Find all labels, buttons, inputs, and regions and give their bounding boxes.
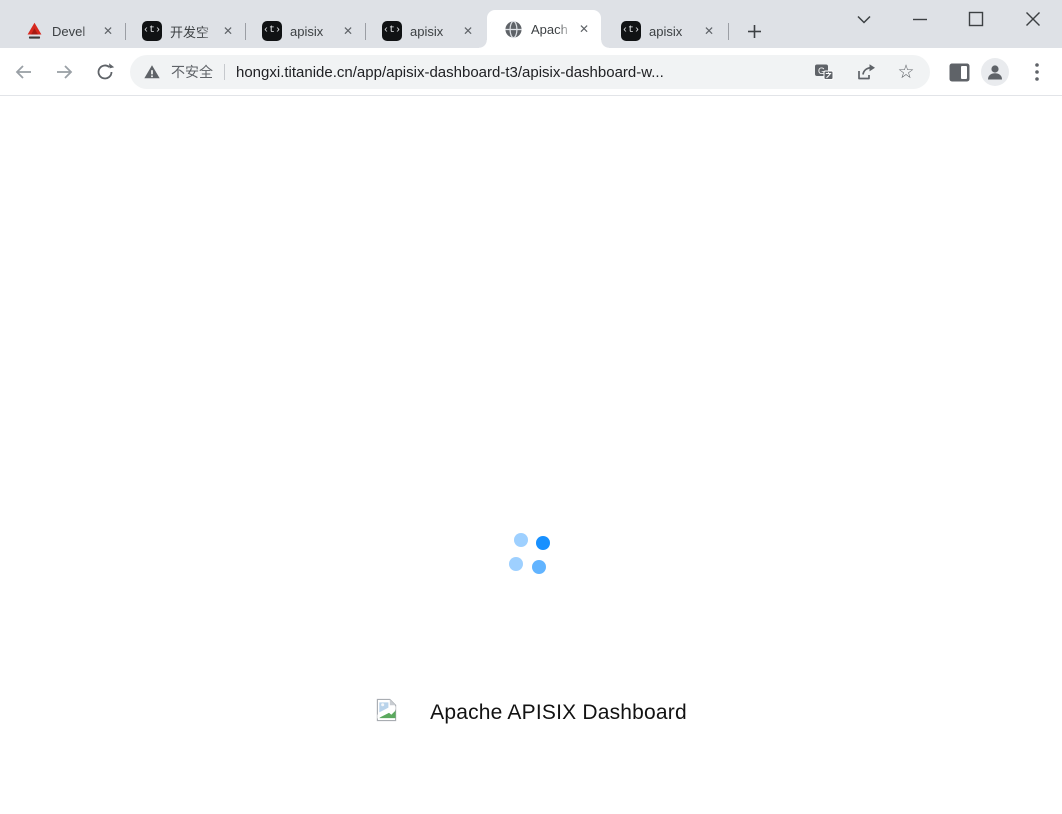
close-icon[interactable]: ✕ [700, 22, 718, 40]
close-icon[interactable]: ✕ [339, 22, 357, 40]
broken-image-icon [375, 698, 398, 727]
app-title: Apache APISIX Dashboard [430, 701, 687, 725]
new-tab-button[interactable] [740, 17, 768, 45]
tab-search-button[interactable] [849, 6, 879, 32]
side-panel-button[interactable] [944, 57, 974, 87]
chevron-down-icon [857, 15, 871, 24]
omnibox-divider [224, 64, 225, 80]
back-arrow-icon [14, 62, 34, 82]
translate-icon[interactable]: G [812, 60, 836, 84]
tab-title: Apach [531, 22, 573, 37]
side-panel-icon [949, 63, 970, 82]
forward-arrow-icon [54, 62, 74, 82]
tab-devel[interactable]: Devel ✕ [8, 14, 125, 48]
reload-button[interactable] [91, 58, 119, 86]
spinner-dot [514, 533, 528, 547]
close-icon[interactable]: ✕ [575, 20, 593, 38]
url-text: hongxi.titanide.cn/app/apisix-dashboard-… [236, 64, 664, 81]
forward-button[interactable] [50, 58, 78, 86]
tab-title: 开发空 [170, 22, 217, 41]
tab-apisix-1[interactable]: ‹t› apisix ✕ [246, 14, 365, 48]
address-bar[interactable]: 不安全 hongxi.titanide.cn/app/apisix-dashbo… [130, 55, 930, 89]
tab-title: apisix [410, 24, 457, 39]
avatar-icon [981, 58, 1009, 86]
tab-apache-apisix-active[interactable]: Apach ✕ [487, 10, 601, 48]
tab-title: Devel [52, 24, 97, 39]
browser-toolbar: 不安全 hongxi.titanide.cn/app/apisix-dashbo… [0, 48, 1062, 96]
close-icon[interactable]: ✕ [459, 22, 477, 40]
security-label: 不安全 [171, 62, 213, 82]
titanide-icon: ‹t› [142, 21, 162, 41]
browser-window: Devel ✕ ‹t› 开发空 ✕ ‹t› apisix ✕ ‹t› apisi… [0, 0, 1062, 814]
app-loading-banner: Apache APISIX Dashboard [0, 698, 1062, 727]
profile-avatar-button[interactable] [980, 57, 1010, 87]
tab-strip: Devel ✕ ‹t› 开发空 ✕ ‹t› apisix ✕ ‹t› apisi… [0, 0, 1062, 48]
browser-menu-button[interactable] [1022, 57, 1052, 87]
close-icon[interactable]: ✕ [219, 22, 237, 40]
titanide-icon: ‹t› [382, 21, 402, 41]
tab-kaifa[interactable]: ‹t› 开发空 ✕ [126, 14, 245, 48]
tab-apisix-2[interactable]: ‹t› apisix ✕ [366, 14, 485, 48]
maximize-button[interactable] [961, 6, 991, 32]
spinner-dot [509, 557, 523, 571]
back-button[interactable] [10, 58, 38, 86]
minimize-icon [912, 11, 928, 27]
tab-title: apisix [649, 24, 698, 39]
minimize-button[interactable] [905, 6, 935, 32]
maximize-icon [968, 11, 984, 27]
bookmark-star-icon[interactable]: ☆ [894, 60, 918, 84]
window-close-button[interactable] [1018, 6, 1048, 32]
apisix-logo-icon [24, 21, 44, 41]
reload-icon [95, 62, 115, 82]
page-content: Apache APISIX Dashboard [0, 97, 1062, 814]
window-close-icon [1025, 11, 1041, 27]
spinner-dot [536, 536, 550, 550]
close-icon[interactable]: ✕ [99, 22, 117, 40]
not-secure-warning-icon [140, 60, 164, 84]
tab-apisix-3[interactable]: ‹t› apisix ✕ [605, 14, 726, 48]
titanide-icon: ‹t› [621, 21, 641, 41]
tab-title: apisix [290, 24, 337, 39]
plus-icon [747, 24, 762, 39]
tab-separator [728, 23, 729, 40]
kebab-menu-icon [1035, 63, 1039, 81]
share-icon[interactable] [853, 60, 877, 84]
titanide-icon: ‹t› [262, 21, 282, 41]
globe-icon [503, 19, 523, 39]
spinner-dot [532, 560, 546, 574]
loading-spinner [500, 527, 556, 583]
